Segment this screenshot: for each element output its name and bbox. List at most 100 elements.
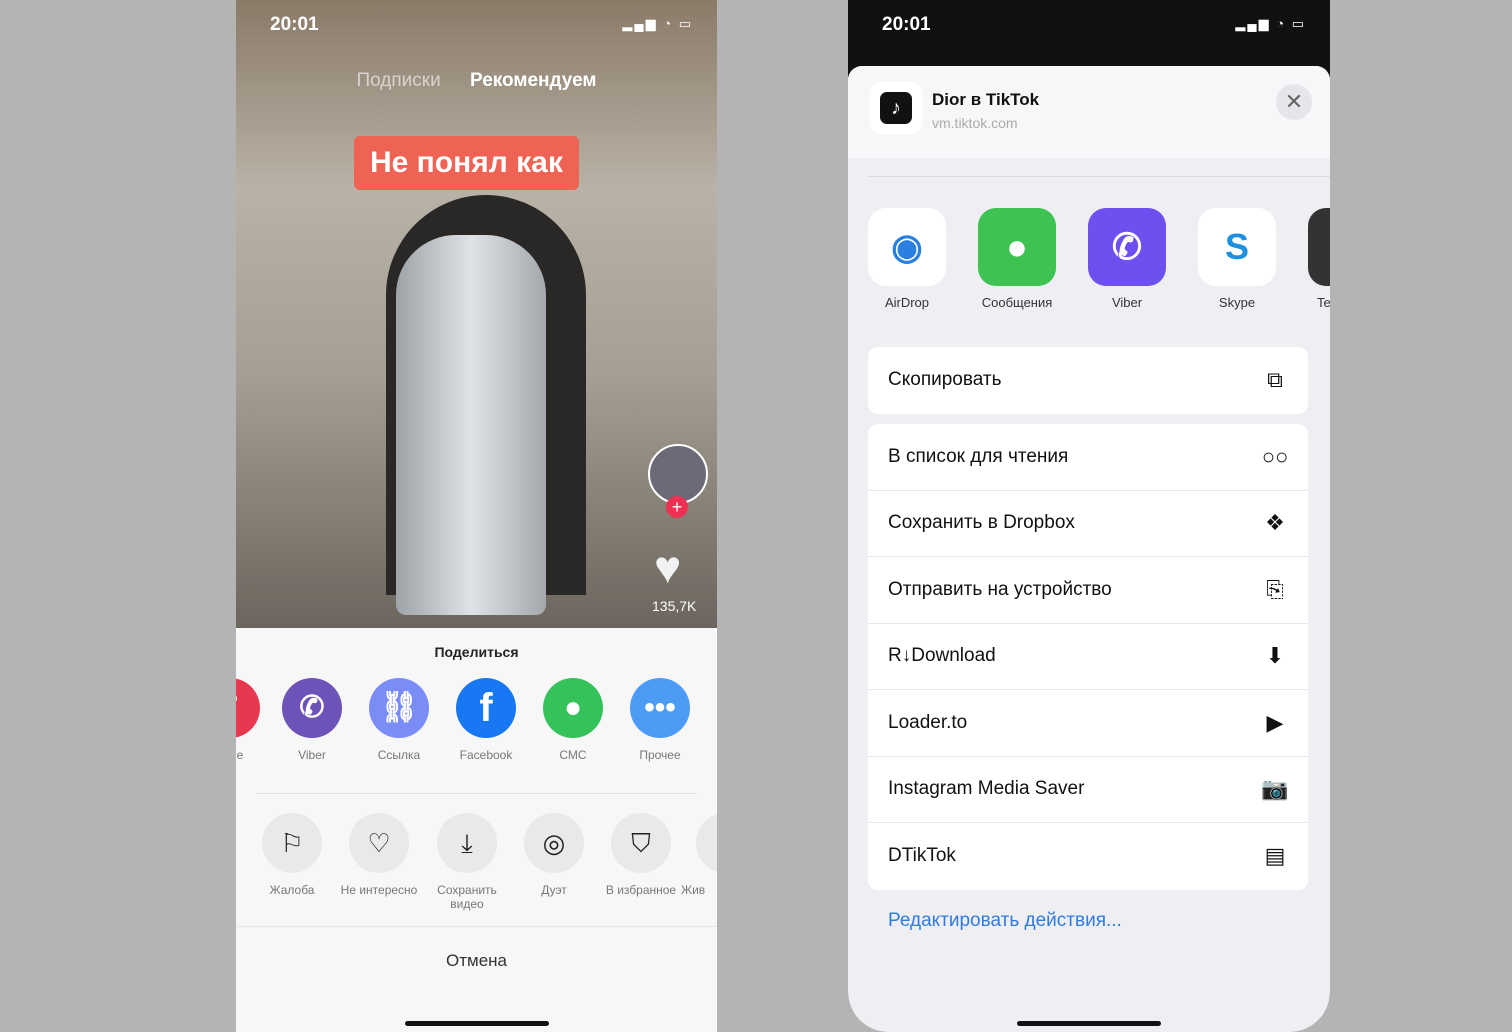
share-title: Dior в TikTok [932, 90, 1040, 109]
copy-icon: ⧉ [1267, 367, 1283, 393]
close-button[interactable]: ✕ [1276, 84, 1312, 120]
play-icon: ▶ [1266, 709, 1284, 735]
action-favorite[interactable]: ⛉ В избранное [596, 813, 686, 897]
share-link[interactable]: ⛓ Ссылка [367, 678, 431, 762]
sms-icon: ● [543, 678, 603, 738]
airdrop-icon: ◉ [868, 208, 946, 286]
flag-icon: ⚐ [262, 813, 322, 873]
app-label: Сообщения [981, 295, 1053, 310]
action-reading-list[interactable]: В список для чтения ○○ [868, 424, 1308, 491]
action-loader[interactable]: Loader.to ▶ [868, 690, 1308, 757]
app-airdrop[interactable]: ◉ AirDrop [859, 208, 955, 310]
share-facebook[interactable]: f Facebook [454, 678, 518, 762]
app-viber[interactable]: ✆ Viber [1079, 208, 1175, 310]
viber-icon: ✆ [282, 678, 342, 738]
action-label: В избранное [605, 883, 677, 897]
action-live[interactable]: ◌ Жив [681, 813, 717, 897]
action-label: Скопировать [888, 369, 1002, 391]
broken-heart-icon: ♡ [349, 813, 409, 873]
share-more[interactable]: ••• Прочее [628, 678, 692, 762]
action-rdownload[interactable]: R↓Download ⬇ [868, 624, 1308, 690]
share-sms[interactable]: ● СМС [541, 678, 605, 762]
action-label: R↓Download [888, 645, 996, 667]
partial-icon: 7 [236, 678, 260, 738]
action-instagram-saver[interactable]: Instagram Media Saver 📷 [868, 757, 1308, 823]
app-label: AirDrop [884, 295, 930, 310]
messages-icon: ● [978, 208, 1056, 286]
status-icons: ▂▄▆ ◔ ▭ [1235, 16, 1306, 31]
action-label: Loader.to [888, 711, 968, 733]
action-report[interactable]: ⚐ Жалоба [247, 813, 337, 897]
action-label: Жив [681, 883, 706, 897]
like-heart-icon[interactable]: ♥ [654, 540, 681, 594]
home-indicator [1017, 1021, 1161, 1026]
action-label: Отправить на устройство [888, 578, 1112, 600]
status-icons: ▂▄▆ ◔ ▭ [622, 16, 693, 31]
ios-share-sheet: ♪ Dior в TikTok vm.tiktok.com ✕ ◉ AirDrop… [848, 66, 1330, 1032]
video-statue [396, 235, 546, 615]
more-icon: ••• [630, 678, 690, 738]
action-label: Сохранить в Dropbox [888, 512, 1075, 534]
video-caption: Не понял как [354, 136, 579, 190]
facebook-icon: f [456, 678, 516, 738]
share-sheet: Поделиться 7 ение ✆ Viber ⛓ Ссылка f Faceboo… [236, 628, 717, 1032]
dropbox-icon: ❖ [1265, 510, 1285, 536]
app-messages[interactable]: ● Сообщения [969, 208, 1065, 310]
action-save-video[interactable]: ⤓ Сохранить видео [422, 813, 512, 911]
share-partial[interactable]: 7 ение [236, 678, 262, 762]
tab-following[interactable]: Подписки [357, 70, 441, 91]
download-box-icon: ⬇ [1265, 643, 1285, 669]
action-label: DTikTok [888, 845, 956, 867]
sheet-title: Поделиться [434, 644, 519, 660]
action-dtiktok[interactable]: DTikTok ▤ [868, 823, 1308, 890]
cancel-button[interactable]: Отмена [236, 926, 717, 1032]
skype-icon: S [1198, 208, 1276, 286]
divider [868, 176, 1330, 177]
bookmark-icon: ⛉ [611, 813, 671, 873]
edit-actions-link[interactable]: Редактировать действия... [888, 910, 1122, 932]
app-telegram[interactable]: ➤ Te [1299, 208, 1330, 310]
action-label: Дуэт [541, 883, 567, 897]
tiktok-phone: 20:01 ▂▄▆ ◔ ▭ Подписки Рекомендуем Не по… [236, 0, 717, 1032]
share-label: Ссылка [377, 748, 421, 762]
feed-tabs: Подписки Рекомендуем [236, 70, 717, 92]
action-dropbox[interactable]: Сохранить в Dropbox ❖ [868, 491, 1308, 557]
actions-group: В список для чтения ○○ Сохранить в Dropbo… [868, 424, 1308, 890]
share-label: Facebook [459, 748, 513, 762]
action-label: Не интересно [340, 883, 418, 897]
duet-icon: ◎ [524, 813, 584, 873]
action-copy[interactable]: Скопировать ⧉ [868, 347, 1308, 414]
action-label: Жалоба [269, 883, 315, 897]
glasses-icon: ○○ [1261, 443, 1289, 469]
share-label: Viber [298, 748, 326, 762]
viber-icon: ✆ [1088, 208, 1166, 286]
tab-for-you[interactable]: Рекомендуем [470, 70, 596, 91]
action-not-interested[interactable]: ♡ Не интересно [334, 813, 424, 897]
film-icon: ▤ [1264, 843, 1286, 869]
action-label: Сохранить видео [437, 883, 497, 911]
action-send-device[interactable]: Отправить на устройство ⎘ [868, 557, 1308, 624]
app-label: Te [1317, 295, 1330, 310]
action-label: Instagram Media Saver [888, 778, 1085, 800]
author-avatar[interactable] [648, 444, 708, 504]
send-device-icon: ⎘ [1266, 576, 1284, 602]
telegram-icon: ➤ [1308, 208, 1330, 286]
ios-share-phone: 20:01 ▂▄▆ ◔ ▭ ♪ Dior в TikTok vm.tiktok.… [848, 0, 1330, 1032]
live-icon: ◌ [696, 813, 717, 873]
status-time: 20:01 [882, 14, 931, 35]
action-duet[interactable]: ◎ Дуэт [509, 813, 599, 897]
app-skype[interactable]: S Skype [1189, 208, 1285, 310]
like-count: 135,7K [652, 598, 697, 614]
app-label: Viber [1111, 295, 1143, 310]
status-time: 20:01 [270, 14, 319, 35]
share-header: ♪ Dior в TikTok vm.tiktok.com ✕ [848, 66, 1330, 158]
download-icon: ⤓ [437, 813, 497, 873]
share-label: Прочее [639, 748, 681, 762]
video-frame[interactable] [236, 0, 717, 628]
link-icon: ⛓ [369, 678, 429, 738]
follow-plus-icon[interactable]: + [666, 496, 688, 518]
copy-group: Скопировать ⧉ [868, 347, 1308, 414]
share-label: СМС [559, 748, 587, 762]
share-label: ение [236, 748, 244, 762]
share-viber[interactable]: ✆ Viber [280, 678, 344, 762]
